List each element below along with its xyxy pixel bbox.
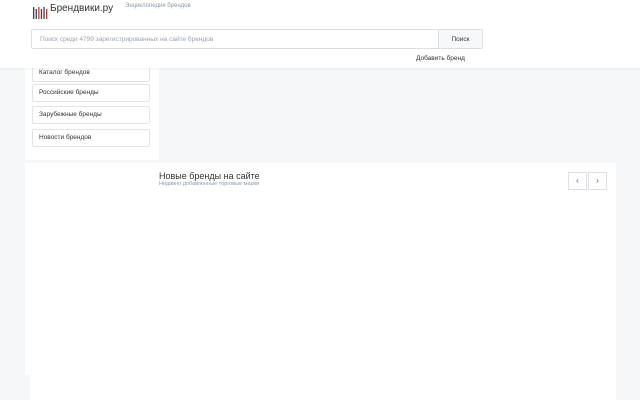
sidebar-item-brand-news[interactable]: Новости брендов (32, 129, 150, 147)
sidebar-item-foreign-brands[interactable]: Зарубежные бренды (32, 106, 150, 124)
site-title[interactable]: Брендвики.ру (50, 3, 113, 14)
carousel-prev-button[interactable]: ‹ (568, 172, 587, 190)
site-header: Брендвики.ру Энциклопедия брендов Поиск … (0, 0, 640, 68)
search-bar: Поиск (31, 29, 483, 49)
carousel-next-button[interactable]: › (588, 172, 607, 190)
sidebar-menu: Каталог брендов Российские бренды Зарубе… (25, 58, 159, 160)
chevron-left-icon: ‹ (576, 176, 579, 185)
search-input[interactable] (32, 30, 439, 48)
add-brand-link[interactable]: Добавить бренд (416, 55, 465, 62)
section-title: Новые бренды на сайте (159, 171, 260, 181)
new-brands-panel: Новые бренды на сайте Недавно добавленны… (25, 163, 616, 400)
barcode-logo-icon[interactable] (32, 4, 48, 20)
sidebar-item-russian-brands[interactable]: Российские бренды (32, 84, 150, 102)
section-subtitle: Недавно добавленные торговые марки (159, 181, 260, 187)
panel-edge (25, 375, 30, 400)
search-button[interactable]: Поиск (438, 30, 482, 48)
site-tagline: Энциклопедия брендов (125, 3, 191, 9)
chevron-right-icon: › (596, 176, 599, 185)
